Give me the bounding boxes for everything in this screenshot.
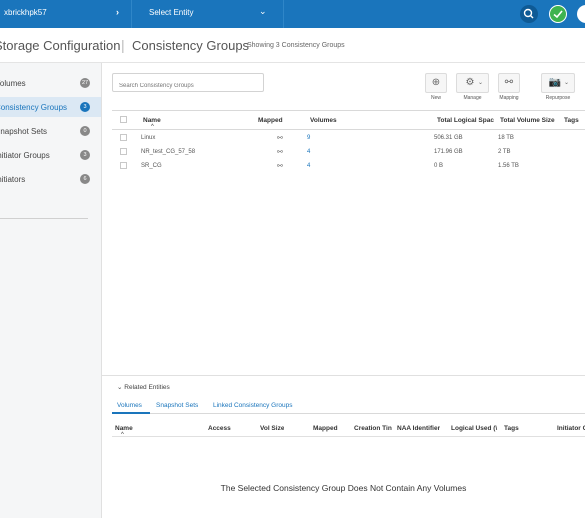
row-volume-size: 2 TB [498, 149, 511, 155]
column-header-name[interactable]: Name [115, 425, 133, 432]
plus-circle-icon: ⊕ [431, 77, 441, 88]
repurpose-button[interactable]: 📷 ⌄ [541, 73, 575, 93]
sidebar-item-label: Initiator Groups [0, 151, 50, 160]
search-field[interactable] [112, 73, 264, 95]
column-header-vol-size[interactable]: Vol Size [260, 425, 284, 432]
link-icon: ⚯ [277, 163, 283, 170]
search-input[interactable] [113, 77, 261, 95]
manage-button[interactable]: ⚙ ⌄ [456, 73, 489, 93]
entity-selector[interactable]: Select Entity [149, 8, 193, 17]
link-icon: ⚯ [504, 77, 514, 88]
gear-icon: ⚙ [465, 77, 475, 88]
column-header-logical-used[interactable]: Logical Used (\ [451, 425, 501, 432]
repurpose-button-label: Repurpose [545, 95, 571, 101]
link-icon: ⚯ [277, 149, 283, 156]
mapping-button[interactable]: ⚯ [498, 73, 520, 93]
table-row[interactable]: NR_test_CG_57_58 ⚯ 4 171.96 GB 2 TB [112, 145, 585, 160]
count-badge: 6 [80, 174, 90, 184]
column-header-creation-time[interactable]: Creation Tin [354, 425, 394, 432]
empty-state-message: The Selected Consistency Group Does Not … [220, 483, 467, 493]
row-checkbox[interactable] [120, 148, 127, 155]
page-header: Storage Configuration | Consistency Grou… [0, 28, 585, 63]
column-header-total-volume-size[interactable]: Total Volume Size [500, 117, 555, 124]
camera-icon: 📷 [548, 77, 562, 88]
tab-snapshot-sets[interactable]: Snapshot Sets [156, 402, 198, 409]
page-title: Consistency Groups [132, 38, 250, 53]
chevron-down-icon: ⌄ [478, 80, 484, 86]
breadcrumb-divider [283, 0, 284, 28]
column-header-volumes[interactable]: Volumes [310, 117, 337, 124]
system-name-breadcrumb[interactable]: xbrickhpk57 [4, 8, 47, 17]
select-all-checkbox[interactable] [120, 116, 127, 123]
row-volume-size: 18 TB [498, 135, 514, 141]
related-entities-toggle[interactable]: ⌄ Related Entities [117, 383, 170, 391]
count-badge: 3 [80, 150, 90, 160]
sidebar-item-initiators[interactable]: Initiators 6 [0, 169, 101, 189]
sidebar-item-consistency-groups[interactable]: Consistency Groups 3 [0, 97, 101, 117]
column-header-mapped[interactable]: Mapped [258, 117, 283, 124]
chevron-right-icon: › [116, 7, 119, 17]
table-row[interactable]: Linux ⚯ 9 506.31 GB 18 TB [112, 131, 585, 146]
grid-header: Name ^ Mapped Volumes Total Logical Spac… [112, 110, 585, 130]
column-header-name[interactable]: Name [143, 117, 161, 124]
chevron-down-icon: ⌄ [564, 80, 570, 86]
sidebar: Volumes 27 Consistency Groups 3 Snapshot… [0, 63, 102, 518]
search-icon[interactable] [520, 5, 538, 23]
new-button[interactable]: ⊕ [425, 73, 447, 93]
row-volumes-link[interactable]: 9 [307, 135, 310, 141]
column-header-total-logical-space[interactable]: Total Logical Spac [437, 117, 495, 124]
row-name: SR_CG [141, 163, 162, 169]
sidebar-item-label: Initiators [0, 175, 26, 184]
sidebar-item-label: Volumes [0, 79, 26, 88]
row-logical-space: 506.31 GB [434, 135, 463, 141]
manage-button-label: Manage [463, 95, 482, 101]
top-navigation-bar: xbrickhpk57 › Select Entity ⌄ [0, 0, 585, 28]
count-badge: 27 [80, 78, 90, 88]
related-entities-panel: ⌄ Related Entities Volumes Snapshot Sets… [102, 375, 585, 518]
column-header-mapped[interactable]: Mapped [313, 425, 338, 432]
title-divider: | [121, 37, 125, 53]
column-header-tags[interactable]: Tags [504, 425, 519, 432]
sidebar-item-snapshot-sets[interactable]: Snapshot Sets 0 [0, 121, 101, 141]
sidebar-divider [0, 218, 88, 219]
column-header-tags[interactable]: Tags [564, 117, 579, 124]
mapping-button-label: Mapping [499, 95, 519, 101]
table-row[interactable]: SR_CG ⚯ 4 0 B 1.56 TB [112, 159, 585, 174]
row-checkbox[interactable] [120, 134, 127, 141]
section-title: Storage Configuration [0, 38, 121, 53]
check-circle-icon[interactable] [549, 5, 567, 23]
row-volume-size: 1.56 TB [498, 163, 519, 169]
row-volumes-link[interactable]: 4 [307, 149, 310, 155]
count-badge: 3 [80, 102, 90, 112]
related-tabs: Volumes Snapshot Sets Linked Consistency… [112, 398, 585, 414]
row-volumes-link[interactable]: 4 [307, 163, 310, 169]
dell-logo-icon [577, 5, 585, 23]
page-subtitle: Showing 3 Consistency Groups [247, 42, 345, 49]
sidebar-item-volumes[interactable]: Volumes 27 [0, 73, 101, 93]
row-name: NR_test_CG_57_58 [141, 149, 196, 155]
row-name: Linux [141, 135, 156, 141]
sort-ascending-icon: ^ [121, 432, 124, 438]
column-header-access[interactable]: Access [208, 425, 231, 432]
row-logical-space: 0 B [434, 163, 444, 169]
link-icon: ⚯ [277, 135, 283, 142]
sort-ascending-icon: ^ [151, 124, 154, 130]
related-grid-header: Name ^ Access Vol Size Mapped Creation T… [112, 421, 585, 438]
column-header-initiator-groups[interactable]: Initiator G [557, 425, 585, 432]
chevron-down-icon[interactable]: ⌄ [259, 6, 267, 17]
active-tab-indicator [112, 412, 150, 414]
tab-volumes[interactable]: Volumes [117, 402, 142, 409]
new-button-label: New [430, 95, 441, 101]
sidebar-item-label: Consistency Groups [0, 103, 68, 112]
sidebar-item-label: Snapshot Sets [0, 127, 48, 136]
column-header-naa-identifier[interactable]: NAA Identifier [397, 425, 440, 432]
tab-linked-consistency-groups[interactable]: Linked Consistency Groups [213, 402, 293, 409]
count-badge: 0 [80, 126, 90, 136]
breadcrumb-divider [131, 0, 132, 28]
row-checkbox[interactable] [120, 162, 127, 169]
related-entities-title: Related Entities [124, 384, 170, 391]
sidebar-item-initiator-groups[interactable]: Initiator Groups 3 [0, 145, 101, 165]
row-logical-space: 171.96 GB [434, 149, 463, 155]
